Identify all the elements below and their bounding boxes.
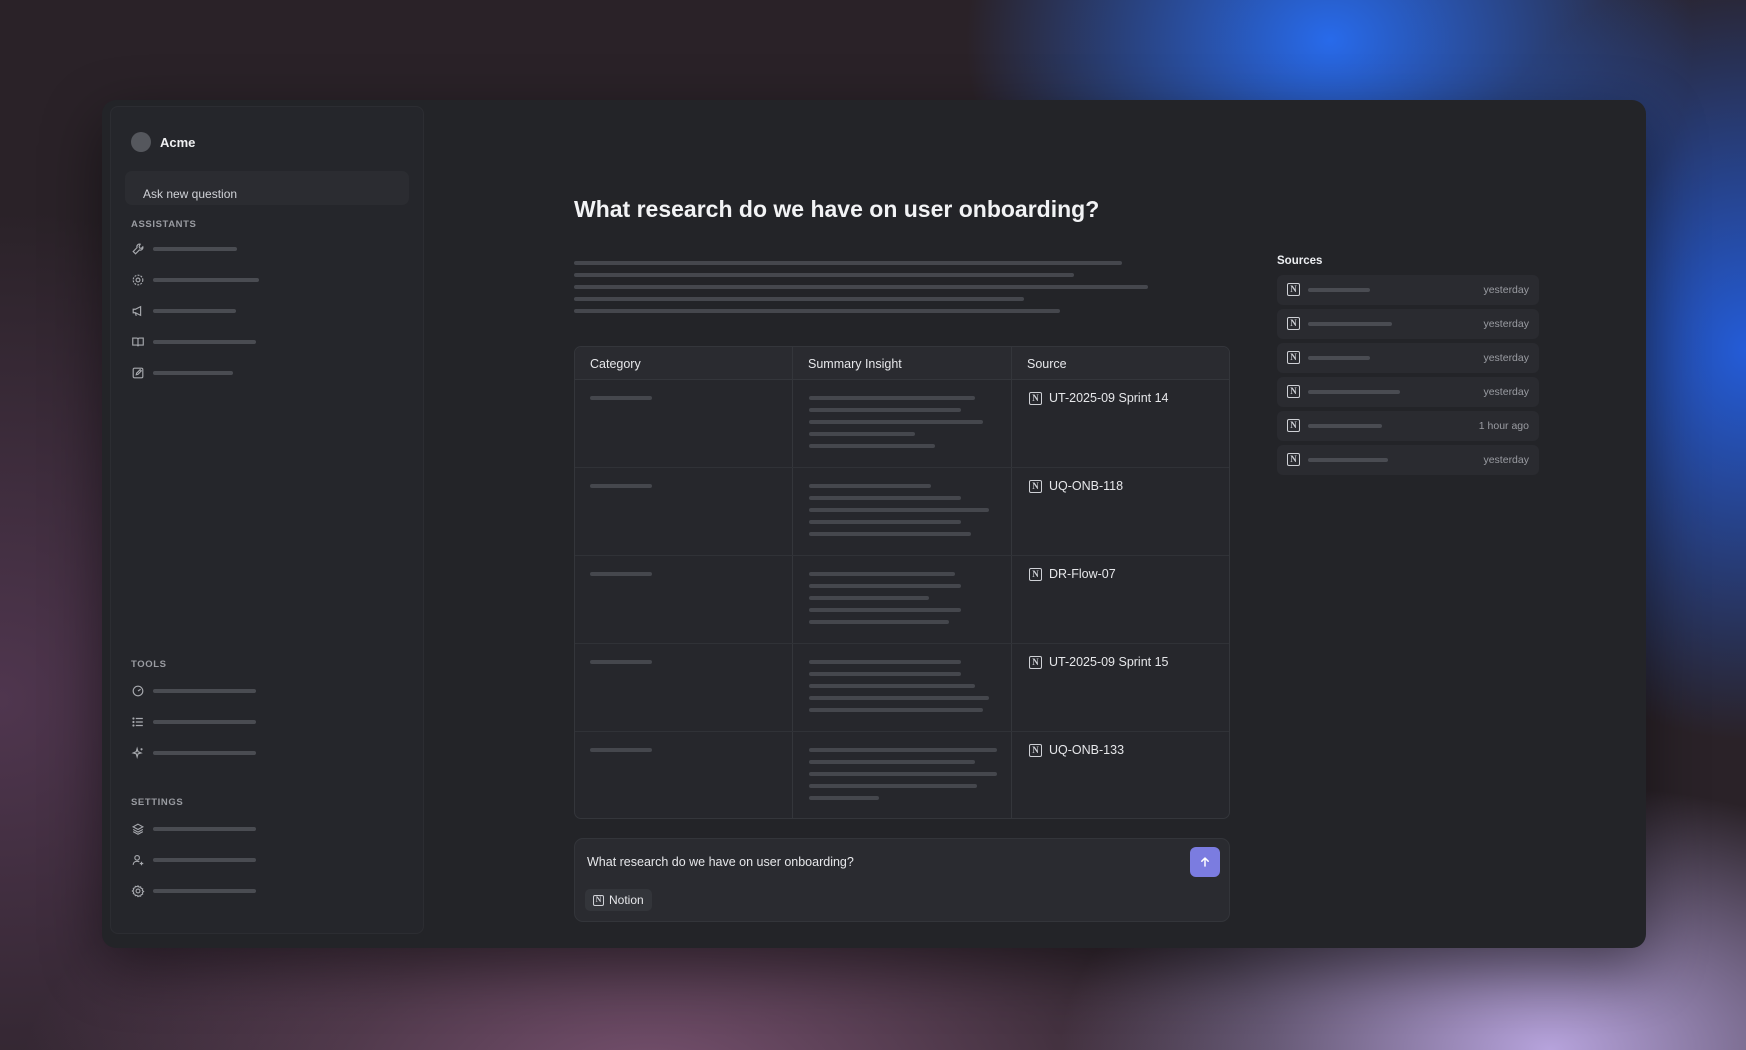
source-time: 1 hour ago	[1478, 420, 1529, 432]
source-item[interactable]: N yesterday	[1277, 445, 1539, 475]
column-header-summary[interactable]: Summary Insight	[808, 357, 902, 371]
sidebar-item-setting-1[interactable]	[131, 819, 391, 839]
layers-icon	[131, 823, 145, 835]
source-time: yesterday	[1483, 318, 1529, 330]
notion-icon: N	[1029, 391, 1042, 405]
source-item[interactable]: N yesterday	[1277, 343, 1539, 373]
notion-icon: N	[593, 894, 604, 906]
sidebar-item-assistant-2[interactable]	[131, 270, 391, 290]
table-row[interactable]: N DR-Flow-07	[575, 556, 1229, 644]
source-link[interactable]: N UT-2025-09 Sprint 15	[1029, 655, 1169, 669]
section-label-assistants: ASSISTANTS	[131, 219, 197, 230]
sources-title: Sources	[1277, 255, 1323, 267]
sidebar-item-tool-3[interactable]	[131, 743, 391, 763]
source-link[interactable]: N UQ-ONB-118	[1029, 479, 1123, 493]
notion-icon: N	[1029, 479, 1042, 493]
table-row[interactable]: N UQ-ONB-133	[575, 732, 1229, 818]
send-button[interactable]	[1190, 847, 1220, 877]
source-link[interactable]: N UT-2025-09 Sprint 14	[1029, 391, 1169, 405]
wrench-icon	[132, 243, 144, 255]
user-add-icon	[132, 854, 144, 866]
sidebar-item-assistant-5[interactable]	[131, 363, 391, 383]
notion-icon: N	[1287, 453, 1300, 466]
notion-icon: N	[1029, 743, 1042, 757]
sidebar-item-assistant-4[interactable]	[131, 332, 391, 352]
megaphone-icon	[132, 305, 142, 317]
column-header-category[interactable]: Category	[590, 357, 641, 371]
gear-icon	[132, 274, 144, 286]
sparkle-icon	[131, 746, 143, 760]
source-item[interactable]: N yesterday	[1277, 275, 1539, 305]
source-link[interactable]: N UQ-ONB-133	[1029, 743, 1124, 757]
source-item[interactable]: N yesterday	[1277, 377, 1539, 407]
edit-icon	[132, 367, 144, 379]
list-icon	[132, 717, 143, 727]
section-label-settings: SETTINGS	[131, 797, 184, 808]
table-row[interactable]: N UT-2025-09 Sprint 15	[575, 644, 1229, 732]
table-row[interactable]: N UT-2025-09 Sprint 14	[575, 380, 1229, 468]
section-label-tools: TOOLS	[131, 659, 167, 670]
workspace-name: Acme	[160, 134, 196, 150]
arrow-up-icon	[1201, 856, 1209, 867]
notion-icon: N	[1029, 655, 1042, 669]
notion-icon: N	[1287, 385, 1300, 398]
notion-icon: N	[1029, 567, 1042, 581]
sidebar-item-assistant-3[interactable]	[131, 301, 391, 321]
notion-icon: N	[1287, 283, 1300, 296]
sidebar-item-setting-2[interactable]	[131, 850, 391, 870]
sidebar-item-tool-2[interactable]	[131, 712, 391, 732]
table-header: Category Summary Insight Source	[575, 347, 1229, 380]
column-header-source[interactable]: Source	[1027, 357, 1067, 371]
gear-icon	[131, 885, 145, 898]
page-title: What research do we have on user onboard…	[574, 196, 1100, 222]
sidebar-item-setting-3[interactable]	[131, 881, 391, 901]
source-item[interactable]: N yesterday	[1277, 309, 1539, 339]
sidebar-item-tool-1[interactable]	[131, 681, 391, 701]
source-time: yesterday	[1483, 386, 1529, 398]
table-row[interactable]: N UQ-ONB-118	[575, 468, 1229, 556]
source-time: yesterday	[1483, 454, 1529, 466]
notion-icon: N	[1287, 317, 1300, 330]
notion-icon: N	[1287, 351, 1300, 364]
source-time: yesterday	[1483, 284, 1529, 296]
sidebar-item-assistant-1[interactable]	[131, 239, 391, 259]
workspace-avatar	[131, 132, 151, 152]
sidebar: Acme Ask new question ASSISTANTS TOOLS S…	[110, 106, 424, 934]
gauge-icon	[132, 685, 144, 697]
book-icon	[132, 337, 144, 347]
workspace-brand[interactable]: Acme	[131, 132, 195, 152]
source-item[interactable]: N 1 hour ago	[1277, 411, 1539, 441]
source-time: yesterday	[1483, 352, 1529, 364]
notion-icon: N	[1287, 419, 1300, 432]
source-link[interactable]: N DR-Flow-07	[1029, 567, 1116, 581]
insights-table: Category Summary Insight Source N UT-202…	[574, 346, 1230, 819]
source-chip-notion[interactable]: N Notion	[585, 889, 652, 911]
ask-new-question-button[interactable]: Ask new question	[125, 171, 409, 205]
message-composer: N Notion	[574, 838, 1230, 922]
question-input[interactable]	[587, 855, 1147, 869]
app-window: Acme Ask new question ASSISTANTS TOOLS S…	[102, 100, 1646, 948]
